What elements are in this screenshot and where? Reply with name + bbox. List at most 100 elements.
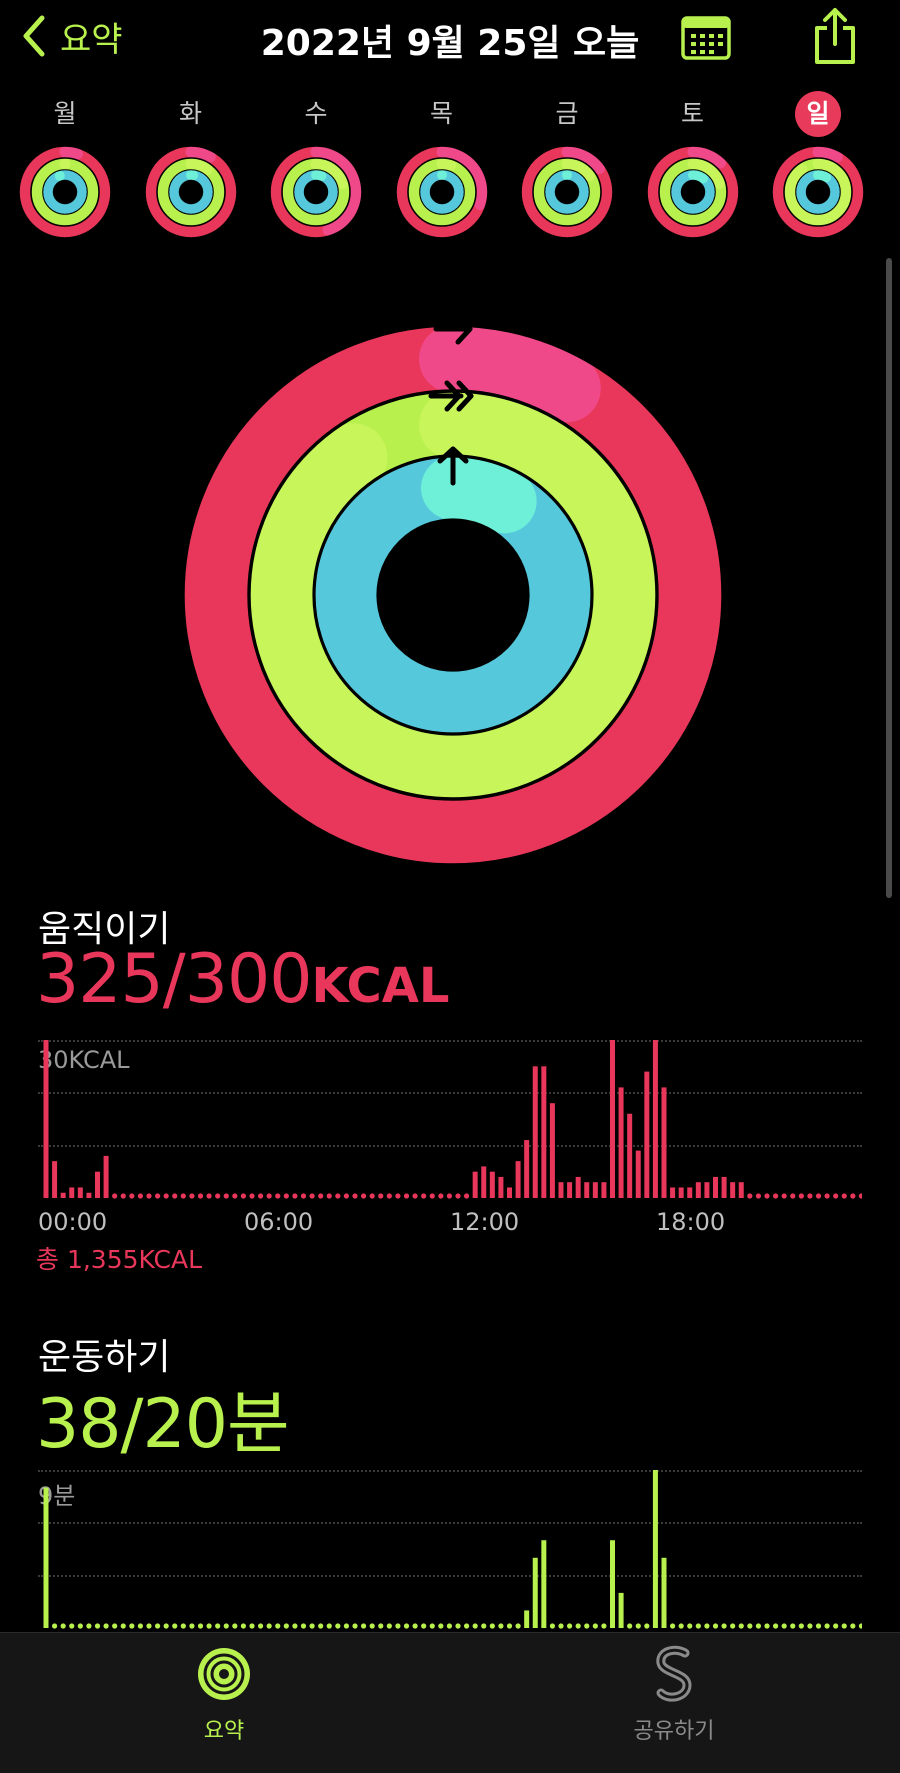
x-tick-label: 06:00 <box>244 1208 314 1236</box>
exercise-bar <box>764 1623 770 1629</box>
day-rings-icon <box>19 146 111 238</box>
move-bar <box>283 1193 289 1199</box>
x-tick-label: 00:00 <box>38 1208 108 1236</box>
day-2[interactable]: 수 <box>261 92 371 240</box>
move-bar <box>755 1193 762 1199</box>
exercise-bar <box>807 1623 813 1629</box>
move-bar <box>695 1182 701 1198</box>
move-bar <box>687 1187 693 1198</box>
share-icon[interactable] <box>811 6 859 66</box>
day-0[interactable]: 월 <box>10 92 120 240</box>
exercise-bar <box>360 1623 367 1629</box>
exercise-bar <box>455 1623 461 1629</box>
mini-exercise-ring <box>407 158 476 226</box>
move-bar <box>386 1193 392 1199</box>
tab-sharing[interactable]: 공유하기 <box>574 1645 774 1745</box>
exercise-bar <box>524 1610 530 1628</box>
exercise-bar <box>103 1623 109 1629</box>
mini-stand-ring <box>544 169 590 215</box>
move-bar <box>764 1193 770 1199</box>
exercise-bar <box>695 1623 701 1629</box>
move-bar <box>498 1176 504 1198</box>
mini-stand-ring <box>795 169 841 215</box>
move-bar <box>378 1193 384 1199</box>
exercise-bar <box>300 1623 307 1629</box>
move-bar <box>86 1192 92 1198</box>
move-bar <box>455 1193 461 1199</box>
exercise-bar <box>446 1623 453 1629</box>
exercise-bar <box>403 1623 410 1629</box>
exercise-bar <box>489 1623 495 1629</box>
move-bar <box>206 1193 212 1199</box>
move-bar <box>730 1182 736 1198</box>
exercise-bar <box>669 1623 676 1629</box>
exercise-bar <box>352 1623 358 1629</box>
exercise-bar <box>730 1623 736 1629</box>
move-bar <box>163 1193 169 1199</box>
exercise-bar <box>661 1557 667 1628</box>
exercise-bar <box>644 1623 650 1629</box>
exercise-bar <box>841 1623 847 1629</box>
move-bar <box>798 1193 804 1199</box>
move-bar <box>369 1193 375 1199</box>
move-bar <box>515 1161 521 1198</box>
move-bar <box>95 1171 100 1198</box>
exercise-bar <box>137 1623 144 1629</box>
exercise-bar <box>249 1623 255 1629</box>
move-bar <box>112 1193 118 1199</box>
exercise-bar <box>833 1623 839 1629</box>
exercise-bar <box>541 1540 547 1628</box>
day-6[interactable]: 일 <box>763 91 873 240</box>
move-bar <box>635 1150 641 1198</box>
exercise-bar <box>678 1623 684 1629</box>
move-bar <box>232 1193 238 1199</box>
day-5[interactable]: 토 <box>638 92 748 240</box>
calendar-icon[interactable] <box>681 14 731 60</box>
exercise-bar <box>266 1623 272 1629</box>
exercise-bar <box>206 1623 212 1629</box>
mini-exercise-ring <box>156 158 225 226</box>
move-bar <box>661 1087 667 1198</box>
day-label: 금 <box>555 99 579 128</box>
exercise-bar <box>721 1623 727 1629</box>
move-bar <box>60 1192 66 1198</box>
move-bar <box>266 1193 272 1199</box>
move-bar <box>541 1066 547 1198</box>
tab-summary[interactable]: 요약 <box>124 1645 324 1745</box>
exercise-bar <box>755 1623 762 1629</box>
day-label: 목 <box>429 99 453 128</box>
exercise-bar <box>51 1623 58 1629</box>
move-bar <box>610 1040 615 1198</box>
move-bar <box>549 1103 555 1198</box>
day-4[interactable]: 금 <box>512 92 622 240</box>
scrollbar[interactable] <box>886 258 892 898</box>
move-bar <box>223 1193 229 1199</box>
stand-ring <box>312 454 594 736</box>
x-tick-label: 12:00 <box>450 1208 520 1236</box>
exercise-bar <box>558 1623 564 1629</box>
move-bars <box>43 1040 862 1199</box>
move-bar <box>215 1193 221 1199</box>
move-bar <box>318 1193 324 1199</box>
exercise-bar <box>498 1623 504 1629</box>
move-bar <box>592 1182 598 1198</box>
move-bar <box>120 1193 126 1199</box>
exercise-bar <box>240 1623 247 1629</box>
move-value-unit: KCAL <box>311 958 450 1014</box>
move-bar <box>403 1193 410 1199</box>
move-bar <box>507 1187 512 1198</box>
day-3[interactable]: 목 <box>387 92 497 240</box>
day-1[interactable]: 화 <box>136 92 246 240</box>
move-bar <box>713 1176 718 1198</box>
exercise-bar <box>60 1623 66 1629</box>
move-bar <box>240 1193 247 1199</box>
exercise-bar <box>154 1623 161 1629</box>
activity-rings-icon <box>198 1648 250 1700</box>
exercise-bar <box>223 1623 229 1629</box>
exercise-bars <box>43 1470 862 1629</box>
move-bar <box>395 1193 401 1199</box>
tab-bar: 요약 공유하기 <box>0 1632 900 1773</box>
move-value: 325/300KCAL <box>36 940 450 1019</box>
move-bar <box>463 1193 470 1199</box>
exercise-bar <box>772 1623 779 1629</box>
